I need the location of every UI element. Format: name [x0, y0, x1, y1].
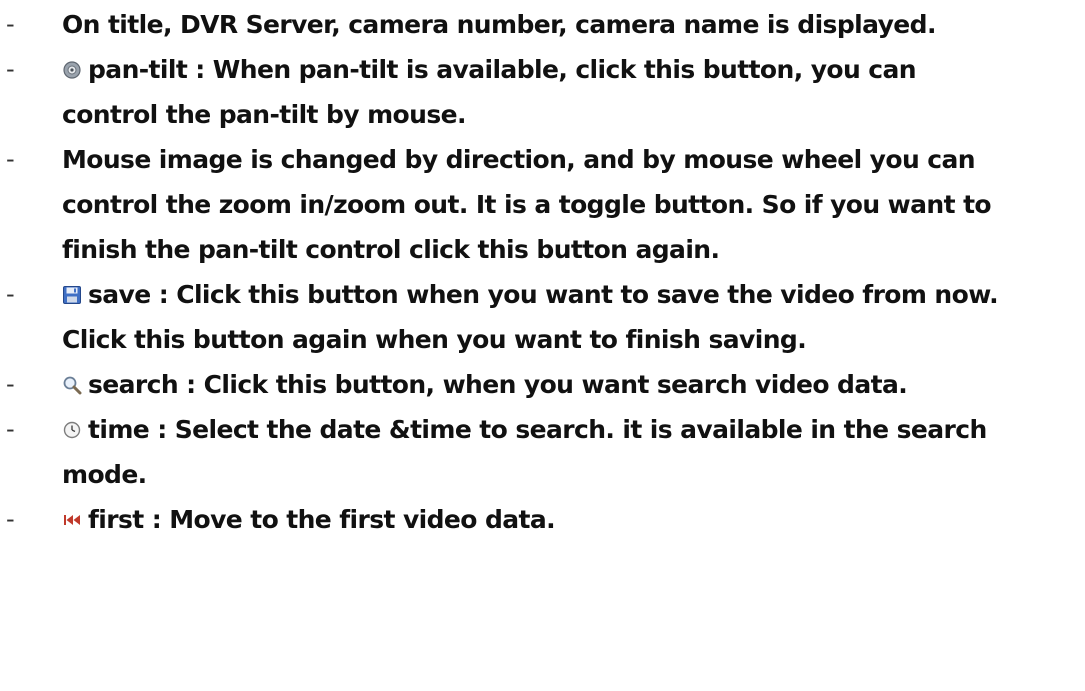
- first-skip-icon: [62, 510, 82, 530]
- bullet-dash: -: [6, 145, 15, 173]
- list-item-mouse-control: - Mouse image is changed by direction, a…: [0, 137, 1085, 272]
- list-item-title-info: - On title, DVR Server, camera number, c…: [0, 2, 1085, 47]
- bullet-dash: -: [6, 415, 15, 443]
- item-text-line: On title, DVR Server, camera number, cam…: [62, 10, 936, 39]
- bullet-dash: -: [6, 370, 15, 398]
- item-text-line: Mouse image is changed by direction, and…: [62, 145, 976, 174]
- pan-tilt-icon: [62, 60, 82, 80]
- item-text-line: Click this button again when you want to…: [62, 325, 807, 354]
- item-text-line: search : Click this button, when you wan…: [88, 370, 908, 399]
- item-text-line: control the pan-tilt by mouse.: [62, 100, 466, 129]
- list-item-pan-tilt: - pan-tilt : When pan-tilt is available,…: [0, 47, 1085, 137]
- item-text-line: mode.: [62, 460, 147, 489]
- list-item-time: - time : Select the date &time to search…: [0, 407, 1085, 497]
- list-item-search: - search : Click this button, when you w…: [0, 362, 1085, 407]
- bullet-dash: -: [6, 505, 15, 533]
- item-text-line: first : Move to the first video data.: [88, 505, 556, 534]
- item-text-line: pan-tilt : When pan-tilt is available, c…: [88, 55, 917, 84]
- save-disk-icon: [62, 285, 82, 305]
- bullet-dash: -: [6, 10, 15, 38]
- item-text-line: finish the pan-tilt control click this b…: [62, 235, 720, 264]
- document-page: - On title, DVR Server, camera number, c…: [0, 0, 1085, 691]
- search-magnifier-icon: [62, 375, 82, 395]
- list-item-first: - first : Move to the first video data.: [0, 497, 1085, 542]
- item-text-line: time : Select the date &time to search. …: [88, 415, 987, 444]
- item-text-line: control the zoom in/zoom out. It is a to…: [62, 190, 992, 219]
- clock-icon: [62, 420, 82, 440]
- bullet-dash: -: [6, 280, 15, 308]
- list-item-save: - save : Click this button when you want…: [0, 272, 1085, 362]
- item-text-line: save : Click this button when you want t…: [88, 280, 999, 309]
- bullet-dash: -: [6, 55, 15, 83]
